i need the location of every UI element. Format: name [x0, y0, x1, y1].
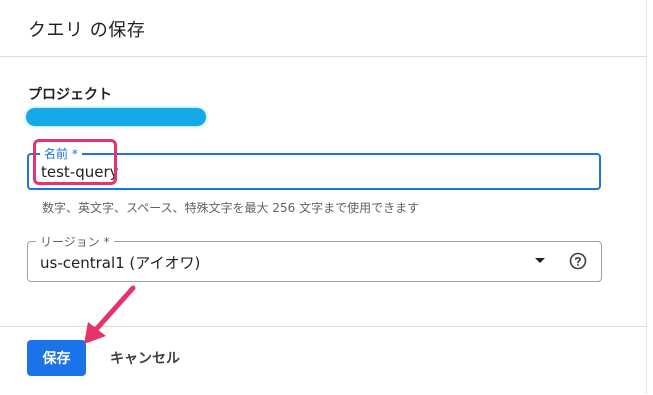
redacted-project-id: [26, 108, 206, 126]
region-field-label: リージョン *: [36, 233, 114, 250]
dialog-title: クエリ の保存: [28, 20, 146, 41]
dropdown-arrow-icon[interactable]: [535, 258, 545, 263]
save-query-dialog: クエリ の保存 プロジェクト 名前 * test-query 数字、英文字、スペ…: [0, 0, 647, 394]
project-label: プロジェクト: [28, 87, 112, 103]
highlight-annotation-box: [33, 139, 117, 185]
name-field-hint: 数字、英文字、スペース、特殊文字を最大 256 文字まで使用できます: [42, 201, 420, 215]
help-circle-icon[interactable]: [569, 252, 587, 270]
region-select-value[interactable]: us-central1 (アイオワ): [40, 252, 200, 273]
dialog-header: クエリ の保存: [0, 0, 646, 57]
pointer-arrow-annotation: [84, 285, 136, 344]
